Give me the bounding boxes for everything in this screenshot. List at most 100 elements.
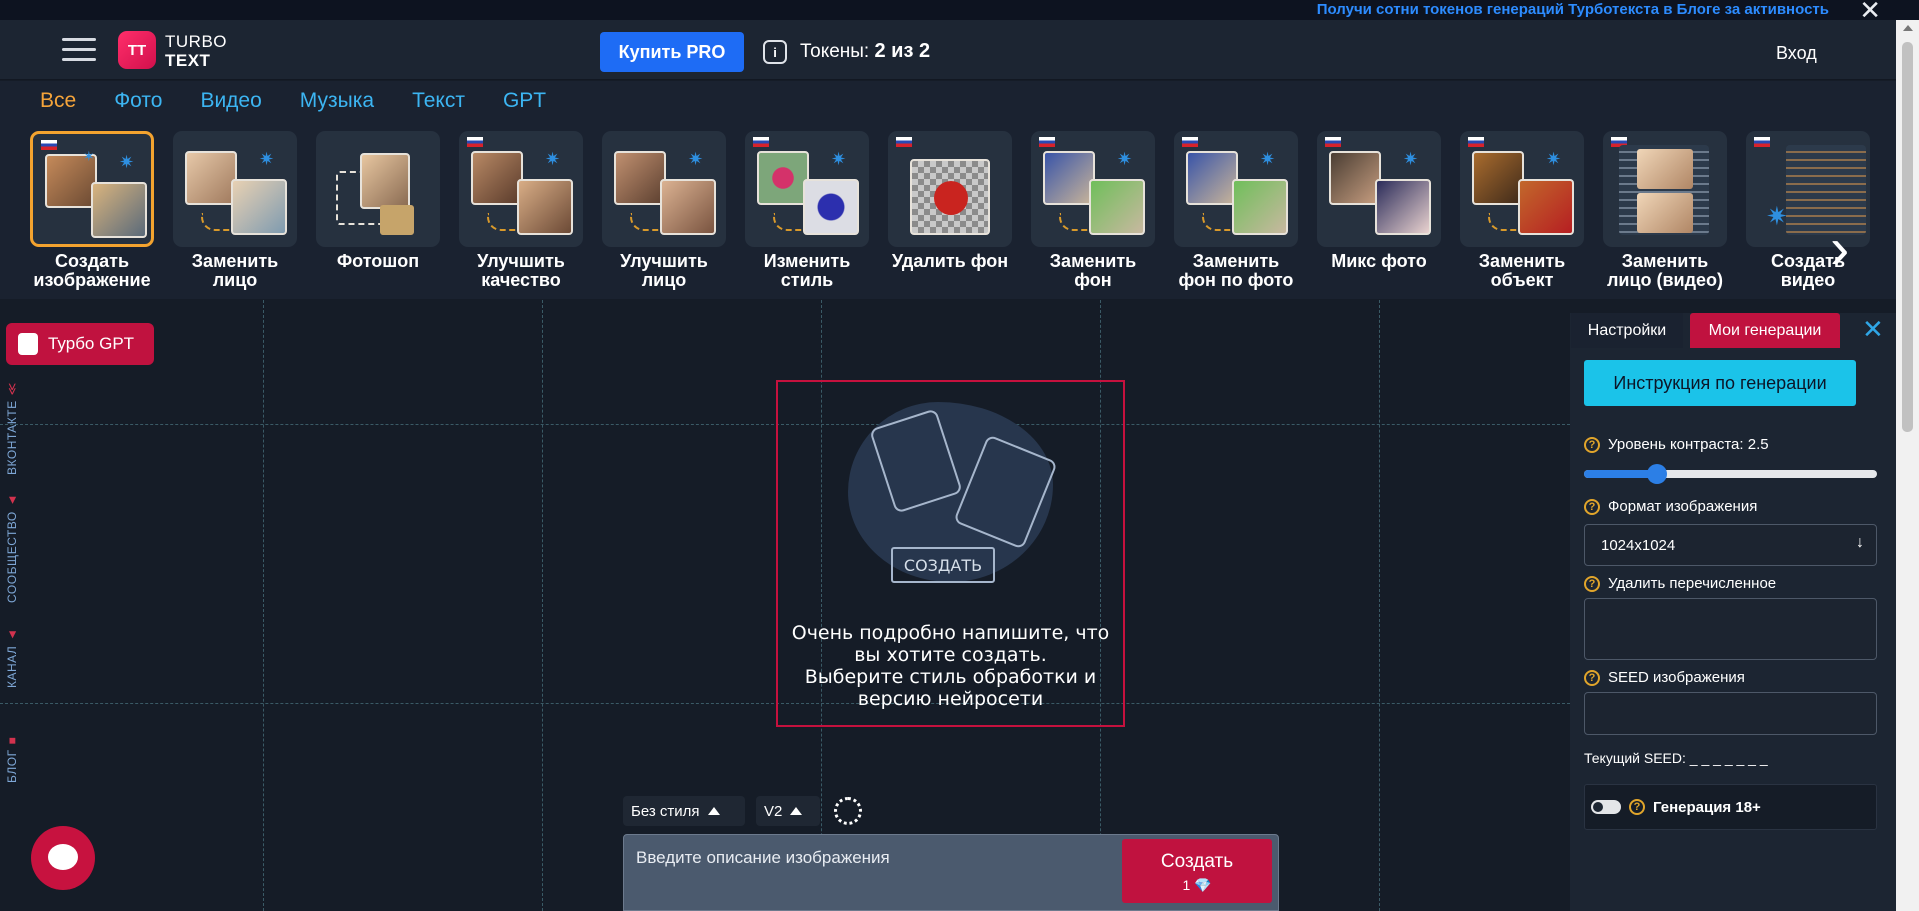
tool-thumbnail: ✷ xyxy=(1317,131,1441,247)
negative-prompt-field[interactable] xyxy=(1584,598,1877,660)
tool-thumbnail xyxy=(888,131,1012,247)
tab-photo[interactable]: Фото xyxy=(114,89,162,113)
tool-label: Заменить фон по фото xyxy=(1178,251,1294,290)
blog-link[interactable]: БЛОГ ■ xyxy=(5,737,19,783)
tool-enhance-quality[interactable]: ✷ Улучшить качество xyxy=(459,131,583,290)
photo-thumb xyxy=(1186,151,1238,205)
logo-text[interactable]: TURBO TEXT xyxy=(165,32,227,70)
version-select[interactable]: V2 xyxy=(756,796,820,826)
photo-thumb xyxy=(231,179,287,235)
create-button-label: Создать xyxy=(1160,851,1234,872)
photo-thumb xyxy=(1472,151,1524,205)
tool-replace-background-by-photo[interactable]: ✷ Заменить фон по фото xyxy=(1174,131,1298,290)
sparkle-icon: ✷ xyxy=(1546,149,1562,169)
version-select-value: V2 xyxy=(764,802,783,820)
magic-hat-icon xyxy=(380,205,414,235)
photo-thumb xyxy=(185,151,237,205)
format-select[interactable]: 1024x1024 ↓ xyxy=(1584,524,1877,566)
tool-face-swap-video[interactable]: Заменить лицо (видео) xyxy=(1603,131,1727,290)
chat-support-button[interactable] xyxy=(31,826,95,890)
info-icon[interactable]: i xyxy=(763,40,787,64)
photo-thumb xyxy=(1329,151,1381,205)
style-select[interactable]: Без стиля xyxy=(623,796,745,826)
tool-replace-background[interactable]: ✷ Заменить фон xyxy=(1031,131,1155,290)
tab-all[interactable]: Все xyxy=(40,89,76,113)
tab-settings[interactable]: Настройки xyxy=(1571,313,1683,348)
tool-create-image[interactable]: ✷ ✶ Создать изображение xyxy=(30,131,154,290)
help-icon[interactable]: ? xyxy=(1629,799,1645,815)
arrow-icon xyxy=(201,213,231,231)
channel-link[interactable]: КАНАЛ ◄ xyxy=(5,628,19,688)
scrollbar-thumb[interactable] xyxy=(1902,42,1913,432)
grid-line xyxy=(542,300,543,911)
tool-label: Микс фото xyxy=(1331,251,1427,271)
page-scrollbar[interactable] xyxy=(1896,20,1919,911)
tokens-value: 2 из 2 xyxy=(874,40,931,62)
help-icon[interactable]: ? xyxy=(1584,669,1600,686)
logo-icon[interactable]: TT xyxy=(118,31,156,69)
tab-my-generations[interactable]: Мои генерации xyxy=(1690,313,1840,348)
community-link-label: СООБЩЕСТВО xyxy=(5,511,19,603)
photo-thumb xyxy=(1375,179,1431,235)
create-button[interactable]: Создать 1 💎 xyxy=(1122,839,1272,903)
tool-thumbnail: ✷ xyxy=(1460,131,1584,247)
photo-thumb xyxy=(1043,151,1095,205)
telegram-icon: ◄ xyxy=(5,628,19,641)
help-icon[interactable]: ? xyxy=(1584,498,1600,515)
tab-gpt[interactable]: GPT xyxy=(503,89,546,113)
scroll-up-icon[interactable] xyxy=(1903,25,1913,31)
contrast-slider-fill xyxy=(1584,470,1658,478)
chevron-right-icon[interactable]: › xyxy=(1830,219,1870,289)
contrast-slider[interactable] xyxy=(1584,464,1877,484)
menu-icon[interactable] xyxy=(62,38,96,64)
seed-field[interactable] xyxy=(1584,692,1877,735)
buy-pro-button[interactable]: Купить PRO xyxy=(600,32,744,72)
tool-photo-mix[interactable]: ✷ Микс фото xyxy=(1317,131,1441,290)
tool-thumbnail: ✷ ✶ xyxy=(30,131,154,247)
tool-thumbnail xyxy=(1603,131,1727,247)
style-select-value: Без стиля xyxy=(631,802,700,820)
tool-enhance-face[interactable]: ✷ Улучшить лицо xyxy=(602,131,726,290)
tool-remove-background[interactable]: Удалить фон xyxy=(888,131,1012,290)
prompt-input[interactable]: Введите описание изображения Создать 1 💎 xyxy=(623,834,1279,911)
vk-link[interactable]: ВКОНТАКТЕ ≪ xyxy=(5,382,19,475)
photo-thumb xyxy=(1518,179,1574,235)
flag-icon xyxy=(1754,137,1770,147)
tool-label: Изменить стиль xyxy=(763,251,851,290)
arrow-icon xyxy=(773,213,803,231)
tools-bar: Все Фото Видео Музыка Текст GPT ✷ ✶ Созд… xyxy=(0,81,1919,299)
tool-thumbnail: ✷ xyxy=(602,131,726,247)
tool-photoshop[interactable]: Фотошоп xyxy=(316,131,440,290)
nsfw-label: Генерация 18+ xyxy=(1653,798,1761,816)
tab-video[interactable]: Видео xyxy=(200,89,261,113)
promo-banner: Получи сотни токенов генераций Турботекс… xyxy=(0,0,1919,23)
community-link[interactable]: СООБЩЕСТВО ◄ xyxy=(5,494,19,603)
tool-label: Заменить объект xyxy=(1478,251,1566,290)
nsfw-toggle[interactable] xyxy=(1591,800,1621,814)
diamond-icon: 💎 xyxy=(1194,877,1212,893)
promo-banner-link[interactable]: Получи сотни токенов генераций Турботекс… xyxy=(1317,1,1829,18)
tab-text[interactable]: Текст xyxy=(412,89,465,113)
help-icon[interactable]: ? xyxy=(1584,436,1600,453)
tab-music[interactable]: Музыка xyxy=(300,89,374,113)
gear-icon[interactable] xyxy=(834,797,862,825)
format-label: Формат изображения xyxy=(1608,498,1758,515)
turbo-gpt-button[interactable]: Турбо GPT xyxy=(6,323,154,365)
flag-icon xyxy=(1325,137,1341,147)
arrow-down-icon: ↓ xyxy=(1856,534,1864,551)
tool-face-swap[interactable]: ✷ Заменить лицо xyxy=(173,131,297,290)
sparkle-icon: ✷ xyxy=(1260,149,1276,169)
photo-thumb xyxy=(660,179,716,235)
login-link[interactable]: Вход xyxy=(1776,43,1817,64)
sparkle-icon: ✶ xyxy=(83,148,95,164)
help-icon[interactable]: ? xyxy=(1584,575,1600,592)
tool-change-style[interactable]: ✷ Изменить стиль xyxy=(745,131,869,290)
empty-state-line: вы хотите создать. xyxy=(854,644,1047,666)
close-icon[interactable]: ✕ xyxy=(1862,316,1884,342)
generation-instructions-button[interactable]: Инструкция по генерации xyxy=(1584,360,1856,406)
current-seed: Текущий SEED: _ _ _ _ _ _ _ xyxy=(1584,750,1768,766)
tool-thumbnail: ✷ xyxy=(1031,131,1155,247)
tool-replace-object[interactable]: ✷ Заменить объект xyxy=(1460,131,1584,290)
nsfw-toggle-row: ? Генерация 18+ xyxy=(1584,784,1877,830)
arrow-icon xyxy=(1059,213,1089,231)
